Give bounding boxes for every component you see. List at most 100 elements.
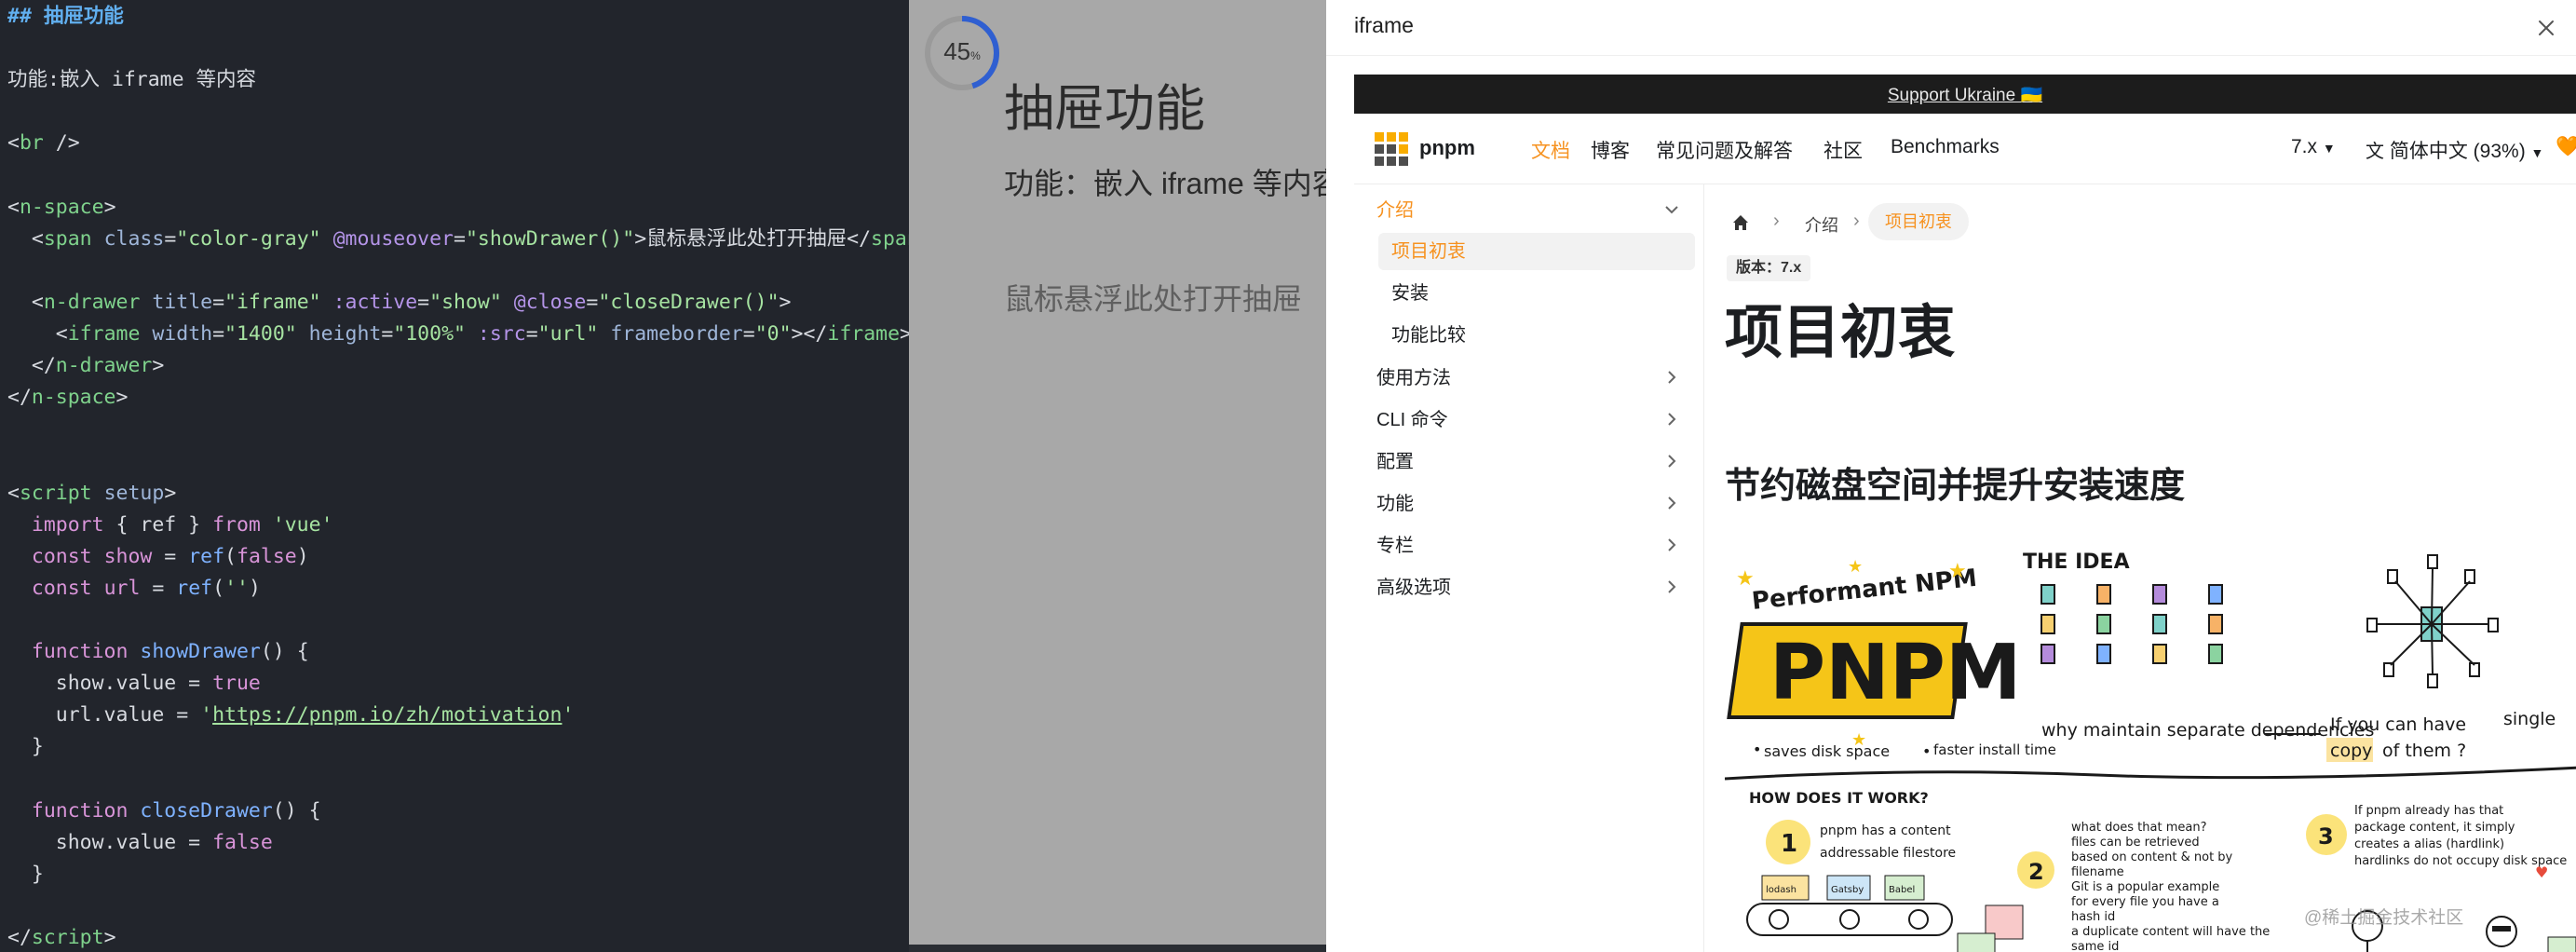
sidebar-item-label: 专栏 [1376,536,1414,556]
code-token: setup [103,481,165,505]
code-token: const [31,544,92,568]
preview-overlay[interactable]: 45% 抽屉功能 功能：嵌入 iframe 等内容 鼠标悬浮此处打开抽屉 [909,0,1326,945]
support-ukraine-link[interactable]: Support Ukraine 🇺🇦 [1888,84,2042,106]
code-token: < [7,322,68,346]
svg-text:•: • [1753,741,1761,758]
language-dropdown[interactable]: 文 简体中文 (93%) ▼ [2366,136,2543,164]
code-token: = [164,226,177,251]
code-line[interactable]: } [7,859,44,891]
code-token: ) [296,544,309,568]
code-token: () { [272,798,321,823]
sidebar-item-label: 配置 [1376,452,1414,472]
sketch-question: why maintain separate dependencies [2041,720,2374,741]
code-line[interactable]: <script setup> [7,478,176,510]
code-line[interactable]: import { ref } from 'vue' [7,510,333,541]
code-line[interactable]: </script> [7,922,116,952]
code-token: </ [7,386,32,410]
code-token: span [871,226,909,251]
code-token: < [7,195,20,219]
code-line[interactable]: const show = ref(false) [7,541,309,573]
sidebar-item-cli[interactable]: CLI 命令 [1376,401,1693,439]
code-line[interactable]: function closeDrawer() { [7,796,321,827]
language-label: 简体中文 (93%) [2389,141,2526,162]
sketch-text-line: based on content & not by [2071,850,2233,864]
code-line[interactable]: </n-space> [7,382,128,414]
sketch-text-line: Git is a popular example [2071,880,2219,894]
code-line[interactable]: <n-drawer title="iframe" :active="show" … [7,287,792,319]
version-dropdown[interactable]: 7.x ▼ [2291,136,2336,158]
code-token: :src [477,322,526,346]
code-token: = [381,322,394,346]
sidebar-item-config[interactable]: 配置 [1376,443,1693,481]
code-token: } [7,735,44,759]
code-line[interactable]: <iframe width="1400" height="100%" :src=… [7,319,909,350]
sidebar-subitem-feature-comparison[interactable]: 功能比较 [1378,317,1695,354]
doc-content: › 介绍 › 项目初衷 版本：7.x 项目初衷 节约磁盘空间并提升安装速度 Pe… [1704,184,2576,952]
embedded-iframe[interactable]: Support Ukraine 🇺🇦 pnpm 文档 博客 常见问题及解答 社区… [1354,75,2576,952]
nav-faq[interactable]: 常见问题及解答 [1656,136,1793,164]
code-line[interactable]: <br /> [7,128,80,159]
code-line[interactable]: } [7,731,44,763]
drawer-trigger-text[interactable]: 鼠标悬浮此处打开抽屉 [1004,276,1302,319]
sketch-text-line: a duplicate content will have the [2071,925,2270,939]
sidebar-item-label: 介绍 [1376,200,1414,221]
code-token: iframe [827,322,901,346]
code-token: false [237,544,297,568]
code-editor[interactable]: ## 抽屉功能功能:嵌入 iframe 等内容 <br /> <n-space> <… [0,0,909,952]
code-token: = [742,322,755,346]
preview-pane: 45% 抽屉功能 功能：嵌入 iframe 等内容 鼠标悬浮此处打开抽屉 [909,0,1326,952]
translate-icon: 文 [2366,142,2384,162]
code-line[interactable]: function showDrawer() { [7,636,309,668]
breadcrumb-item[interactable]: 介绍 [1805,212,1838,237]
sketch-how-title: HOW DOES IT WORK? [1749,789,1929,807]
code-line[interactable]: ## 抽屉功能 [7,1,124,33]
nav-community[interactable]: 社区 [1824,136,1863,164]
site-navbar: pnpm 文档 博客 常见问题及解答 社区 Benchmarks 7.x ▼ 文… [1354,114,2576,184]
code-line[interactable]: url.value = 'https://pnpm.io/zh/motivati… [7,700,575,731]
close-icon[interactable] [2533,15,2559,41]
sidebar-item-features[interactable]: 功能 [1376,485,1693,523]
sketch-text-line: same id [2071,940,2119,952]
sidebar-item-columns[interactable]: 专栏 [1376,527,1693,564]
sketch-bullet-1: saves disk space [1764,742,1890,760]
code-line[interactable]: show.value = true [7,668,261,700]
sidebar-item-intro[interactable]: 介绍 [1376,192,1693,229]
code-line[interactable]: <span class="color-gray" @mouseover="sho… [7,224,909,255]
code-token: ref [176,576,213,600]
code-token: "0" [754,322,792,346]
code-line[interactable]: show.value = false [7,827,273,859]
home-icon[interactable] [1730,212,1751,233]
pnpm-logo-icon[interactable] [1375,132,1408,166]
sketch-text-line: what does that mean? [2071,821,2206,835]
brand-name[interactable]: pnpm [1419,136,1475,160]
code-token: 'vue' [272,512,333,537]
svg-text:★: ★ [1948,560,1967,583]
sketch-logo-word: PNPM [1769,629,2021,717]
section-heading[interactable]: 节约磁盘空间并提升安装速度 [1725,456,2185,508]
nav-benchmarks[interactable]: Benchmarks [1891,136,2000,158]
code-line[interactable]: </n-drawer> [7,350,164,382]
chevron-right-icon [1668,413,1676,426]
sidebar-item-usage[interactable]: 使用方法 [1376,360,1693,397]
sidebar-item-advanced[interactable]: 高级选项 [1376,569,1693,606]
code-line[interactable]: 功能:嵌入 iframe 等内容 [7,64,256,96]
breadcrumb-current: 项目初衷 [1868,203,1969,240]
sponsor-heart-icon[interactable]: 🧡 [2556,136,2576,158]
code-token: ( [212,576,225,600]
nav-docs[interactable]: 文档 [1531,136,1570,164]
code-token: > [152,354,165,378]
code-token: @mouseover [332,226,454,251]
sidebar-subitem-installation[interactable]: 安装 [1378,275,1695,312]
code-line[interactable]: const url = ref('') [7,573,261,605]
code-token: = [212,290,225,314]
nav-blog[interactable]: 博客 [1591,136,1630,164]
sidebar-subitem-motivation[interactable]: 项目初衷 [1378,233,1695,270]
code-line[interactable]: <n-space> [7,192,116,224]
